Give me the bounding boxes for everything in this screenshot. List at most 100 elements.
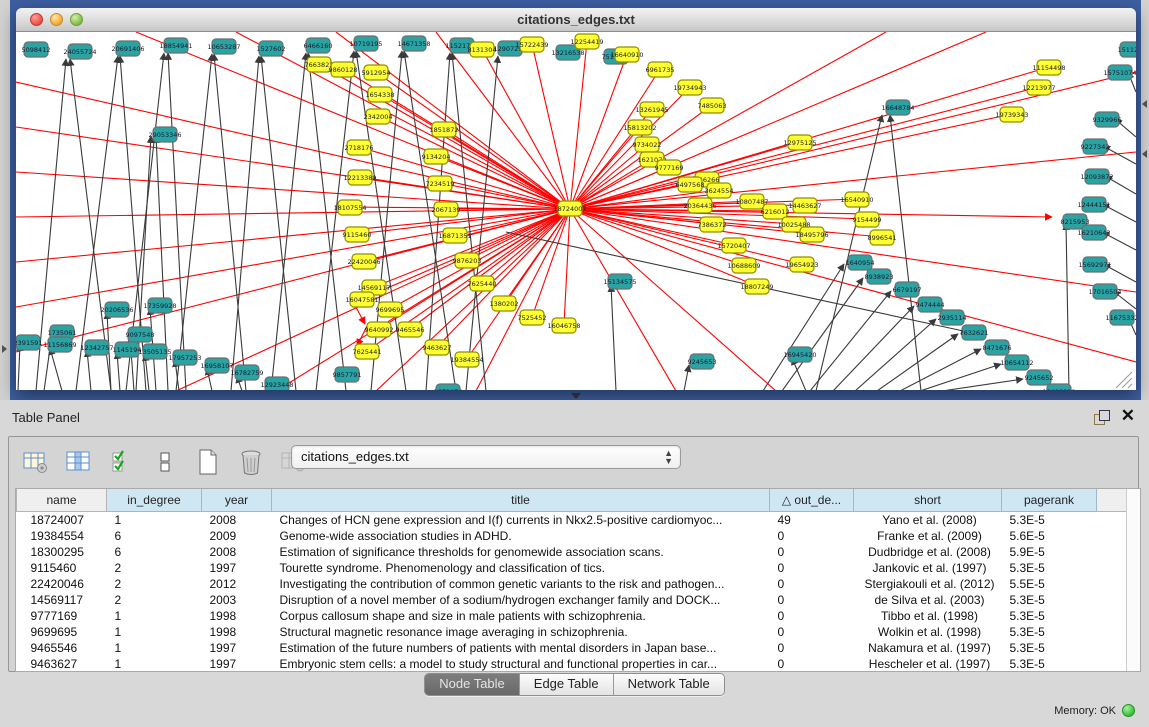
network-node[interactable]: 15813202 bbox=[623, 120, 656, 135]
cell[interactable]: 6 bbox=[107, 544, 202, 560]
network-node[interactable]: 15692971 bbox=[1078, 257, 1111, 272]
network-window[interactable]: citations_edges.txt 50984122405572420691… bbox=[16, 8, 1136, 390]
cell[interactable]: 5.3E-5 bbox=[1002, 640, 1097, 656]
tab-network-table[interactable]: Network Table bbox=[614, 674, 724, 695]
network-node[interactable]: 12213977 bbox=[1022, 80, 1055, 95]
column-header-in_degree[interactable]: in_degree bbox=[107, 489, 202, 512]
cell[interactable]: 5.3E-5 bbox=[1002, 512, 1097, 529]
network-node[interactable]: 9474444 bbox=[916, 297, 945, 312]
network-node[interactable]: 12093872 bbox=[1080, 169, 1113, 184]
cell[interactable]: Stergiakouli et al. (2012) bbox=[854, 576, 1002, 592]
network-node[interactable]: 3624554 bbox=[705, 183, 734, 198]
cell[interactable]: 1997 bbox=[202, 560, 272, 576]
network-node[interactable]: 1380202 bbox=[490, 296, 519, 311]
cell[interactable]: 49 bbox=[770, 512, 854, 529]
network-node[interactable]: 20691406 bbox=[111, 41, 144, 56]
tab-node-table[interactable]: Node Table bbox=[425, 674, 520, 695]
west-panel-gutter[interactable] bbox=[0, 0, 10, 400]
network-node[interactable]: 10688609 bbox=[727, 258, 760, 273]
cell[interactable]: 0 bbox=[770, 656, 854, 672]
expand-east-panel-icon[interactable] bbox=[1142, 150, 1147, 158]
cell[interactable]: 18724007 bbox=[17, 512, 107, 529]
network-node[interactable]: 16640910 bbox=[610, 47, 643, 62]
network-node[interactable]: 19384554 bbox=[450, 352, 483, 367]
cell[interactable]: Genome-wide association studies in ADHD. bbox=[272, 528, 770, 544]
cell[interactable]: 1998 bbox=[202, 624, 272, 640]
cell[interactable]: 5.3E-5 bbox=[1002, 592, 1097, 608]
network-node[interactable]: 7632621 bbox=[960, 325, 989, 340]
network-node[interactable]: 20206536 bbox=[100, 302, 133, 317]
network-node[interactable]: 16945420 bbox=[783, 347, 816, 362]
network-node[interactable]: 19739343 bbox=[995, 107, 1028, 122]
network-node[interactable]: 1511243 bbox=[1118, 42, 1136, 57]
network-node[interactable]: 12213389 bbox=[343, 170, 376, 185]
network-node[interactable]: 29053346 bbox=[148, 127, 181, 142]
network-node[interactable]: 11156869 bbox=[43, 337, 76, 352]
network-node[interactable]: 10719195 bbox=[349, 36, 382, 51]
table-row[interactable]: 2242004622012Investigating the contribut… bbox=[17, 576, 1128, 592]
cell[interactable]: 2008 bbox=[202, 512, 272, 529]
network-graph[interactable]: 5098412240557242069140618854941106532871… bbox=[16, 32, 1136, 390]
network-node[interactable]: 7234519 bbox=[426, 176, 455, 191]
cell[interactable]: 1998 bbox=[202, 608, 272, 624]
network-node[interactable]: 7485063 bbox=[698, 98, 727, 113]
network-node[interactable]: 16958107 bbox=[200, 358, 233, 373]
table-row[interactable]: 977716911998Corpus callosum shape and si… bbox=[17, 608, 1128, 624]
cell[interactable]: 9115460 bbox=[17, 560, 107, 576]
network-node[interactable]: 15722439 bbox=[515, 37, 548, 52]
network-node[interactable]: 16047581 bbox=[345, 292, 378, 307]
splitter-collapse-icon[interactable] bbox=[571, 393, 581, 399]
network-node[interactable]: 11154498 bbox=[1032, 60, 1065, 75]
cell[interactable]: Franke et al. (2009) bbox=[854, 528, 1002, 544]
network-node[interactable]: 16782759 bbox=[230, 365, 263, 380]
expand-west-panel-icon[interactable] bbox=[2, 345, 7, 353]
tab-edge-table[interactable]: Edge Table bbox=[520, 674, 614, 695]
network-node[interactable]: 15720407 bbox=[717, 238, 750, 253]
cell[interactable]: Disruption of a novel member of a sodium… bbox=[272, 592, 770, 608]
cell[interactable]: 19384554 bbox=[17, 528, 107, 544]
cell[interactable]: 2012 bbox=[202, 576, 272, 592]
network-node[interactable]: 16210643 bbox=[1077, 225, 1110, 240]
cell[interactable]: Yano et al. (2008) bbox=[854, 512, 1002, 529]
cell[interactable]: 22420046 bbox=[17, 576, 107, 592]
cell[interactable]: 5.3E-5 bbox=[1002, 624, 1097, 640]
network-node[interactable]: 2391591 bbox=[16, 335, 42, 350]
network-node[interactable]: 19654923 bbox=[785, 257, 818, 272]
table-settings-icon[interactable] bbox=[19, 446, 53, 478]
network-node[interactable]: 12444151 bbox=[1077, 197, 1110, 212]
close-panel-icon[interactable]: ✕ bbox=[1121, 406, 1135, 426]
cell[interactable]: 9465546 bbox=[17, 640, 107, 656]
network-node[interactable]: 2718176 bbox=[345, 140, 374, 155]
network-node[interactable]: 12923448 bbox=[260, 377, 293, 390]
cell[interactable]: 14569117 bbox=[17, 592, 107, 608]
network-node[interactable]: 1640954 bbox=[846, 255, 875, 270]
network-node[interactable]: 10654112 bbox=[1000, 355, 1033, 370]
network-node[interactable]: 22420046 bbox=[347, 254, 380, 269]
network-node[interactable]: 7625441 bbox=[353, 344, 382, 359]
cell[interactable]: Hescheler et al. (1997) bbox=[854, 656, 1002, 672]
network-node[interactable]: 13505135 bbox=[138, 344, 171, 359]
cell[interactable]: Embryonic stem cells: a model to study s… bbox=[272, 656, 770, 672]
cell[interactable]: 2 bbox=[107, 592, 202, 608]
table-column-icon[interactable] bbox=[62, 446, 96, 478]
network-node[interactable]: 9860128 bbox=[329, 62, 358, 77]
new-table-icon[interactable] bbox=[191, 446, 225, 478]
network-node[interactable]: 10653287 bbox=[207, 39, 240, 54]
cell[interactable]: 5.9E-5 bbox=[1002, 544, 1097, 560]
network-node[interactable]: 9329966 bbox=[1093, 112, 1122, 127]
expand-east-panel-icon[interactable] bbox=[1142, 100, 1147, 108]
network-node[interactable]: 9640992 bbox=[365, 322, 394, 337]
network-node[interactable]: 16871351 bbox=[438, 228, 471, 243]
network-node[interactable]: 19734943 bbox=[673, 80, 706, 95]
network-node[interactable]: 12342757 bbox=[80, 340, 113, 355]
network-node[interactable]: 18854941 bbox=[159, 38, 192, 53]
table-row[interactable]: 946554611997Estimation of the future num… bbox=[17, 640, 1128, 656]
cell[interactable]: 1 bbox=[107, 624, 202, 640]
cell[interactable]: 0 bbox=[770, 608, 854, 624]
cell[interactable]: 1 bbox=[107, 608, 202, 624]
table-row[interactable]: 1456911722003Disruption of a novel membe… bbox=[17, 592, 1128, 608]
cell[interactable]: 0 bbox=[770, 624, 854, 640]
attribute-table[interactable]: namein_degreeyeartitle△ out_de...shortpa… bbox=[15, 488, 1141, 672]
cell[interactable]: 5.3E-5 bbox=[1002, 608, 1097, 624]
network-node[interactable]: 9876203 bbox=[453, 253, 482, 268]
